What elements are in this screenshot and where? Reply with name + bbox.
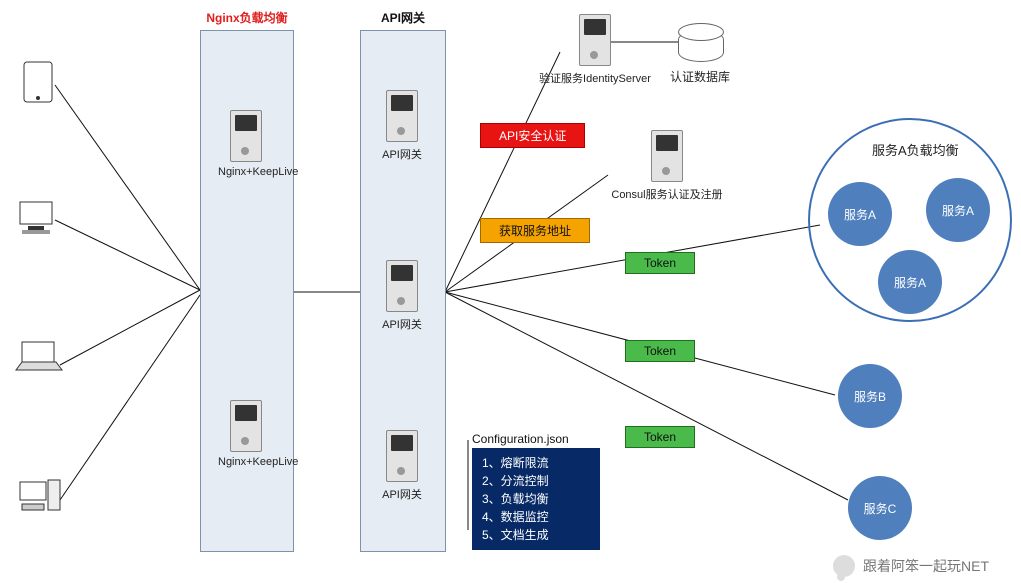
node-service-b: 服务B [838, 364, 902, 428]
config-line: 2、分流控制 [482, 472, 590, 490]
server-consul: Consul服务认证及注册 [592, 130, 742, 202]
server-identity: 验证服务IdentityServer [535, 14, 655, 86]
config-line: 5、文档生成 [482, 526, 590, 544]
nginx-column: Nginx负载均衡 [200, 30, 294, 552]
config-box: Configuration.json 1、熔断限流 2、分流控制 3、负载均衡 … [472, 448, 600, 550]
node-service-a: 服务A [878, 250, 942, 314]
server-api-3: API网关 [374, 430, 430, 502]
client-desktop-icon [18, 198, 60, 243]
tag-token-3: Token [625, 426, 695, 448]
tag-api-security: API安全认证 [480, 123, 585, 148]
server-nginx-1: Nginx+KeepLive [218, 110, 274, 178]
config-line: 3、负载均衡 [482, 490, 590, 508]
tag-token-2: Token [625, 340, 695, 362]
client-pc-icon [18, 478, 64, 521]
config-line: 1、熔断限流 [482, 454, 590, 472]
server-api-2: API网关 [374, 260, 430, 332]
service-a-group-title: 服务A负载均衡 [872, 140, 959, 159]
watermark: 跟着阿笨一起玩NET [833, 555, 989, 577]
config-title: Configuration.json [472, 430, 569, 448]
server-nginx-2: Nginx+KeepLive [218, 400, 274, 468]
client-laptop-icon [14, 340, 64, 379]
tag-token-1: Token [625, 252, 695, 274]
api-column-title: API网关 [361, 9, 445, 26]
server-api-1: API网关 [374, 90, 430, 162]
wechat-icon [833, 555, 855, 577]
nginx-column-title: Nginx负载均衡 [201, 9, 293, 26]
node-service-a: 服务A [926, 178, 990, 242]
node-service-a: 服务A [828, 182, 892, 246]
auth-database-icon [678, 30, 724, 62]
node-service-c: 服务C [848, 476, 912, 540]
client-tablet-icon [20, 60, 58, 111]
config-line: 4、数据监控 [482, 508, 590, 526]
auth-database-label: 认证数据库 [670, 68, 730, 85]
tag-service-addr: 获取服务地址 [480, 218, 590, 243]
watermark-text: 跟着阿笨一起玩NET [863, 556, 989, 576]
